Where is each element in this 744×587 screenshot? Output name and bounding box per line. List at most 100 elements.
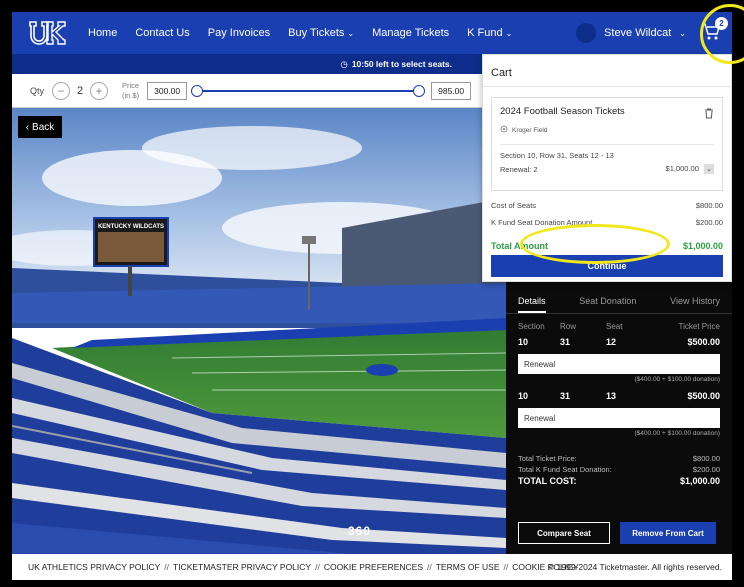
footer: UK ATHLETICS PRIVACY POLICY // TICKETMAS… [12,554,732,580]
footer-link-tm-privacy[interactable]: TICKETMASTER PRIVACY POLICY [173,562,311,572]
stadium-view[interactable]: KENTUCKY WILDCATS [12,108,506,554]
header-row: Row [560,322,577,331]
cart-item-title: 2024 Football Season Tickets [500,106,625,117]
cart-renewal-line: Renewal: 2 $1,000.00 ⌄ [500,164,714,174]
cart-title: Cart [483,55,731,87]
seat-row: 31 [560,337,571,347]
footer-link-uk-privacy[interactable]: UK ATHLETICS PRIVACY POLICY [28,562,160,572]
compare-seat-button[interactable]: Compare Seat [518,522,610,544]
seat-number: 12 [606,337,617,347]
nav-home-label: Home [88,27,118,39]
total-kfund-line: Total K Fund Seat Donation: $200.00 [518,464,720,475]
qty-value: 2 [76,84,84,97]
copyright: © 1999-2024 Ticketmaster. All rights res… [548,562,722,572]
view-360-button[interactable]: 360 [348,524,371,538]
cost-label: Cost of Seats [491,201,537,210]
remove-from-cart-button[interactable]: Remove From Cart [620,522,716,544]
cart-button[interactable]: 2 [700,17,728,46]
footer-separator: // [164,562,169,572]
view-360-label: 360 [348,524,372,538]
ticket-type-select[interactable]: Renewal [518,354,720,374]
chevron-down-icon: ⌄ [505,28,513,38]
seat-price: $500.00 [687,337,720,347]
cost-of-seats-row: Cost of Seats $800.00 [483,201,731,210]
footer-separator: // [427,562,432,572]
total-cost-value: $1,000.00 [679,476,720,486]
header-seat: Seat [606,322,623,331]
uk-logo[interactable] [26,18,68,48]
footer-link-cookie-preferences[interactable]: COOKIE PREFERENCES [324,562,423,572]
totals-summary: Total Ticket Price: $800.00 Total K Fund… [506,437,732,488]
ticket-type-select[interactable]: Renewal [518,408,720,428]
cart-seats-line: Section 10, Row 31, Seats 12 - 13 [500,151,614,160]
tab-details[interactable]: Details [518,296,546,313]
header-section: Section [518,322,545,331]
seat-details-panel: Details Seat Donation View History Secti… [506,282,732,554]
price-breakdown: ($400.00 + $100.00 donation) [634,430,720,437]
header-ticket-price: Ticket Price [678,322,721,331]
seat-table-header: Section Row Seat Ticket Price [506,314,732,331]
nav-contact-us[interactable]: Contact Us [135,27,189,39]
slider-max-handle[interactable] [413,84,426,97]
slider-track [196,89,421,92]
qty-decrement-button[interactable]: − [52,81,71,100]
total-cost-line: TOTAL COST: $1,000.00 [518,475,720,488]
total-kfund-value: $200.00 [692,465,720,474]
total-kfund-label: Total K Fund Seat Donation: [518,465,612,474]
price-max-input[interactable]: 985.00 [431,81,472,100]
nav-pay-invoices[interactable]: Pay Invoices [208,27,270,39]
user-menu[interactable]: Steve Wildcat ⌄ [576,12,686,54]
location-pin-icon [500,125,508,136]
back-button[interactable]: ‹ Back [18,116,62,138]
cost-value: $800.00 [695,201,723,210]
seat-price: $500.00 [687,391,720,401]
avatar [576,23,597,43]
seat-number: 13 [606,391,617,401]
scoreboard-text: KENTUCKY WILDCATS [98,224,164,230]
price-range-slider[interactable] [191,82,426,100]
stadium-image: KENTUCKY WILDCATS [12,108,506,554]
footer-separator: // [503,562,509,572]
nav-buy-tickets[interactable]: Buy Tickets ⌄ [288,27,354,39]
total-ticket-value: $800.00 [692,454,720,463]
trash-icon[interactable] [704,106,714,124]
cart-item: 2024 Football Season Tickets Kroger Fiel… [491,97,723,191]
nav-home[interactable]: Home [88,27,117,39]
qty-increment-button[interactable]: + [90,81,109,100]
user-name: Steve Wildcat [604,27,672,39]
qty-price-filter: Qty − 2 + Price (in $) 300.00 985.00 [12,74,482,108]
renewal-label: Renewal: 2 [500,164,538,174]
tab-seat-donation[interactable]: Seat Donation [579,296,636,313]
top-nav: Home Contact Us Pay Invoices Buy Tickets… [12,12,732,54]
divider [500,144,714,145]
table-row: 10 31 13 $500.00 [506,383,732,401]
price-label-line1: Price [122,80,140,90]
nav-buy-label: Buy Tickets [288,27,345,39]
renewal-amount: $1,000.00 [665,164,699,173]
chevron-down-icon: ⌄ [679,28,686,38]
back-label: Back [32,121,55,133]
renewal-amount-toggle[interactable]: $1,000.00 ⌄ [666,164,714,174]
panel-tabs: Details Seat Donation View History [506,282,732,314]
total-ticket-label: Total Ticket Price: [518,454,577,463]
nav-kfund-label: K Fund [467,27,503,39]
slider-min-handle[interactable] [191,84,204,97]
venue-name: Kroger Field [512,127,548,134]
nav-k-fund[interactable]: K Fund ⌄ [467,27,512,39]
page-frame: Home Contact Us Pay Invoices Buy Tickets… [12,12,732,580]
clock-icon: ◷ [340,58,348,69]
footer-link-terms[interactable]: TERMS OF USE [436,562,500,572]
table-row: 10 31 12 $500.00 [506,331,732,347]
total-amount-value: $1,000.00 [682,241,723,251]
price-min-input[interactable]: 300.00 [147,81,188,100]
tab-view-history[interactable]: View History [670,296,720,313]
panel-actions: Compare Seat Remove From Cart [518,522,724,544]
nav-manage-tickets[interactable]: Manage Tickets [372,27,449,39]
highlight-ring-continue [520,224,670,264]
price-label-line2: (in $) [122,90,140,100]
cart-count-badge: 2 [715,17,728,30]
nav-contact-label: Contact Us [135,27,190,39]
nav-manage-label: Manage Tickets [372,27,450,39]
seat-section: 10 [518,337,529,347]
chevron-down-icon: ⌄ [704,164,714,174]
